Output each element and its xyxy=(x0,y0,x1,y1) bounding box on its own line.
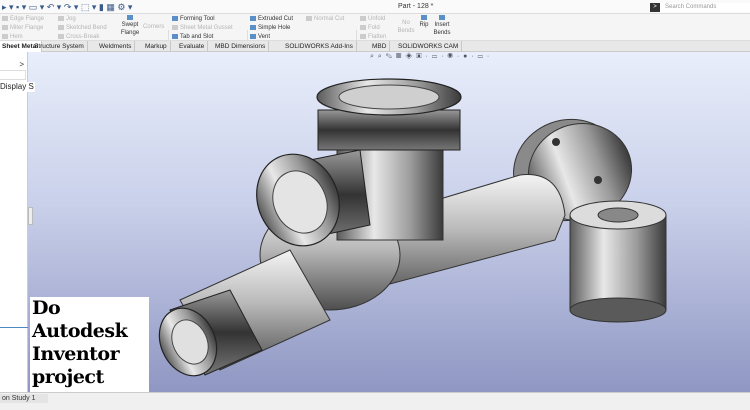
display-states-label[interactable]: Display S xyxy=(0,82,35,92)
vent-button[interactable]: Vent xyxy=(250,33,270,41)
hem-button[interactable]: Hem xyxy=(2,33,23,41)
feature-manager-panel: > Display S xyxy=(0,52,35,392)
insert-bends-button[interactable]: Insert Bends xyxy=(431,15,453,37)
title-bar: ▸ ▾ ▪ ▾ ▭ ▾ ↶ ▾ ↷ ▾ ⬚ ▾ ▮ ▦ ⚙ ▾ Part - 1… xyxy=(0,0,750,14)
filter-box xyxy=(0,70,26,80)
boss-cylinder xyxy=(569,200,667,323)
tab-solidworks-add-ins[interactable]: SOLIDWORKS Add-Ins xyxy=(282,41,357,52)
corners-button[interactable]: Corners xyxy=(143,23,164,31)
heads-up-view-toolbar[interactable]: ⌕ ⌕ ✎ ▦ ◈ ▣ · ▭ · ◉ · ● · ▭ · xyxy=(370,53,490,61)
tab-evaluate[interactable]: Evaluate xyxy=(176,41,209,52)
extruded-cut-button[interactable]: Extruded Cut xyxy=(250,15,293,23)
search-commands-input[interactable]: > Search Commands xyxy=(650,3,750,12)
tab-markup[interactable]: Markup xyxy=(142,41,171,52)
expand-panel-button[interactable]: > xyxy=(19,60,24,69)
tab-mbd-dimensions[interactable]: MBD Dimensions xyxy=(212,41,270,52)
command-manager-ribbon: Edge Flange Miter Flange Hem Jog Sketche… xyxy=(0,14,750,53)
command-prompt-icon: > xyxy=(650,3,660,12)
fold-button[interactable]: Fold xyxy=(360,24,380,32)
tab-and-slot-button[interactable]: Tab and Slot xyxy=(172,33,213,41)
sketched-bend-button[interactable]: Sketched Bend xyxy=(58,24,107,32)
tab-motion-study-1[interactable]: on Study 1 xyxy=(0,394,48,403)
simple-hole-button[interactable]: Simple Hole xyxy=(250,24,290,32)
unfold-button[interactable]: Unfold xyxy=(360,15,385,23)
rip-button[interactable]: Rip xyxy=(417,15,431,29)
edge-flange-button[interactable]: Edge Flange xyxy=(2,15,44,23)
sheet-metal-gusset-button[interactable]: Sheet Metal Gusset xyxy=(172,24,233,32)
cross-break-button[interactable]: Cross-Break xyxy=(58,33,99,41)
bottom-tab-bar: on Study 1 xyxy=(0,392,750,410)
top-thread xyxy=(317,109,461,151)
swept-flange-button[interactable]: Swept Flange xyxy=(118,15,142,37)
tab-solidworks-cam[interactable]: SOLIDWORKS CAM xyxy=(395,41,463,52)
quick-access-toolbar[interactable]: ▸ ▾ ▪ ▾ ▭ ▾ ↶ ▾ ↷ ▾ ⬚ ▾ ▮ ▦ ⚙ ▾ xyxy=(2,2,132,13)
flatten-button[interactable]: Flatten xyxy=(360,33,386,41)
panel-splitter[interactable] xyxy=(0,327,28,328)
top-bore xyxy=(338,84,440,110)
jog-button[interactable]: Jog xyxy=(58,15,76,23)
command-manager-tabs: Sheet Metal Structure System Weldments M… xyxy=(0,41,750,52)
window-title: Part - 128 * xyxy=(398,3,434,10)
tab-mbd[interactable]: MBD xyxy=(369,41,391,52)
no-bends-button[interactable]: No Bends xyxy=(397,19,415,35)
forming-tool-button[interactable]: Forming Tool xyxy=(172,15,215,23)
miter-flange-button[interactable]: Miter Flange xyxy=(2,24,43,32)
promo-overlay-text: Do Autodesk Inventor project xyxy=(30,297,149,392)
normal-cut-button[interactable]: Normal Cut xyxy=(306,15,344,23)
tab-structure-system[interactable]: Structure System xyxy=(31,41,88,52)
tab-weldments[interactable]: Weldments xyxy=(96,41,136,52)
panel-collapse-handle[interactable] xyxy=(28,207,33,225)
